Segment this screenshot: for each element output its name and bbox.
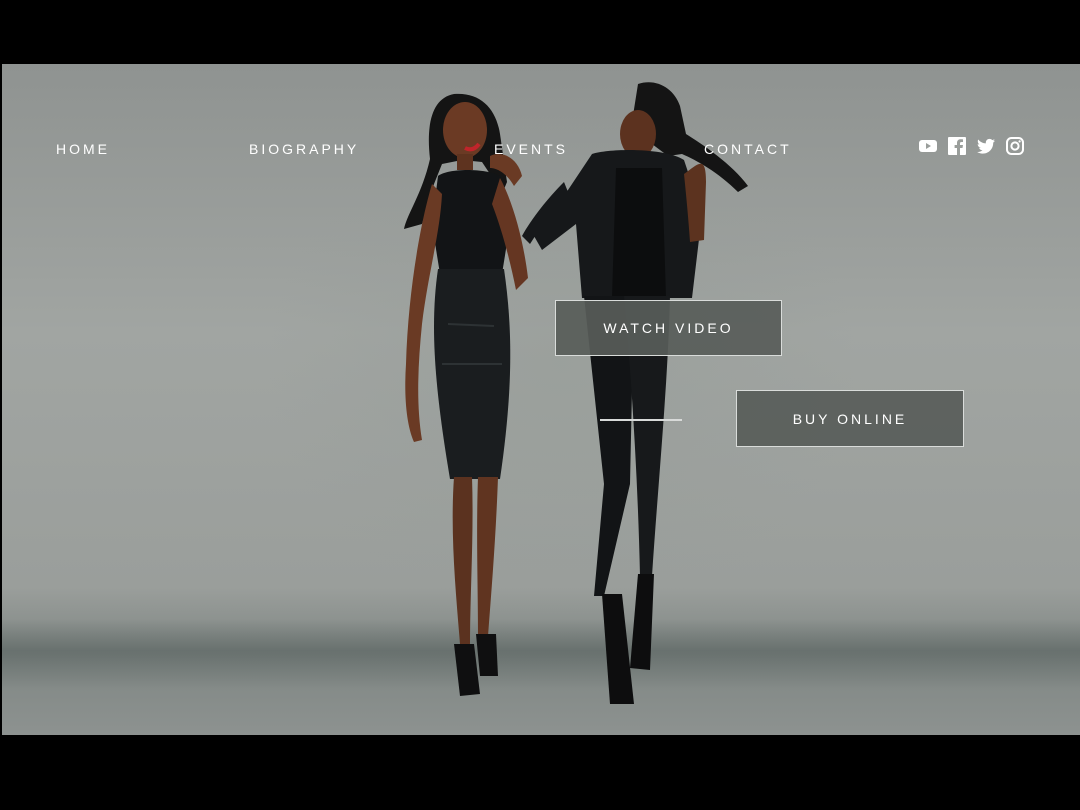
- hero-section: HOME BIOGRAPHY EVENTS CONTACT WATCH VIDE…: [2, 64, 1080, 735]
- twitter-icon[interactable]: [976, 136, 996, 156]
- youtube-icon[interactable]: [918, 136, 938, 156]
- letterbox-bottom: [0, 735, 1080, 810]
- nav-home[interactable]: HOME: [56, 141, 110, 157]
- watch-video-label: WATCH VIDEO: [603, 320, 734, 336]
- facebook-icon[interactable]: [947, 136, 967, 156]
- nav-contact[interactable]: CONTACT: [704, 141, 792, 157]
- social-links: [918, 136, 1025, 156]
- instagram-icon[interactable]: [1005, 136, 1025, 156]
- nav-events[interactable]: EVENTS: [494, 141, 568, 157]
- decorative-line: [600, 419, 682, 421]
- watch-video-button[interactable]: WATCH VIDEO: [555, 300, 782, 356]
- letterbox-top: [0, 0, 1080, 64]
- nav-biography[interactable]: BIOGRAPHY: [249, 141, 359, 157]
- woman-left-figure: [404, 93, 528, 696]
- buy-online-label: BUY ONLINE: [792, 410, 908, 427]
- woman-right-figure: [522, 82, 748, 704]
- buy-online-button[interactable]: BUY ONLINE: [736, 390, 964, 447]
